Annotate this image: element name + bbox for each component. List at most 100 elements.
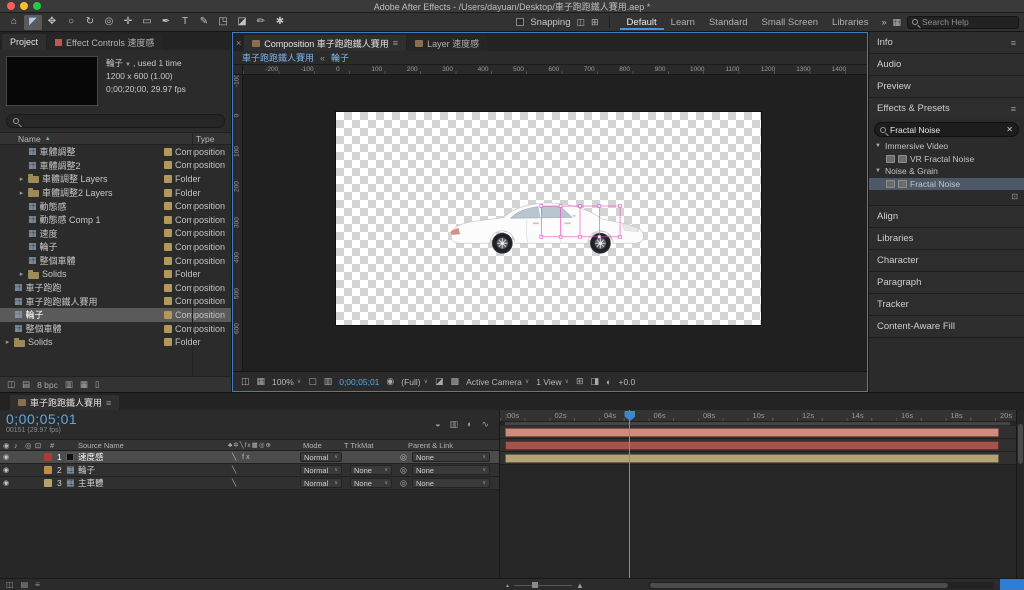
zoom-slider-track[interactable] [513, 582, 572, 588]
label-color-chip[interactable] [164, 256, 172, 265]
help-search-input[interactable] [922, 17, 1014, 27]
label-color-chip[interactable] [164, 229, 172, 238]
workspace-tab[interactable]: Learn [664, 15, 702, 30]
breadcrumb-current[interactable]: 輪子 [331, 51, 349, 64]
project-row[interactable]: ▸ 車體調整 Layers Folder [0, 172, 231, 186]
zoom-slider-handle[interactable] [531, 582, 538, 588]
layer-row[interactable]: ◉ 2 ▦ 輪子 ╲ Normal ∨ None ∨ ◎ None ∨ [0, 464, 499, 477]
project-row[interactable]: ▦ 車子跑跑鐵人賽用 Composition [0, 295, 231, 309]
column-source-name[interactable]: Source Name [78, 441, 124, 450]
effect-item[interactable]: Fractal Noise [869, 177, 1024, 190]
mode-select[interactable]: Normal ∨ [300, 465, 342, 475]
effect-category[interactable]: ▼ Noise & Grain [869, 165, 1024, 178]
expand-transfer-controls-icon[interactable]: ▤ [21, 580, 29, 589]
project-row[interactable]: ▦ 整個車體 Composition [0, 254, 231, 268]
zoom-window-button[interactable] [33, 2, 41, 10]
create-preset-icon[interactable]: ⊡ [1011, 192, 1018, 201]
layer-label-chip[interactable] [44, 466, 52, 474]
tab-timeline[interactable]: 車子跑跑鐵人賽用 ≡ [10, 395, 120, 410]
close-panel-icon[interactable]: × [236, 38, 241, 48]
label-color-chip[interactable] [164, 147, 172, 156]
project-row[interactable]: ▦ 輪子 Composition [0, 240, 231, 254]
visibility-eye-icon[interactable]: ◉ [3, 453, 9, 461]
unified-camera-tool[interactable]: ◎ [100, 15, 118, 30]
clone-stamp-tool[interactable]: ◳ [214, 15, 232, 30]
expander-icon[interactable]: ▸ [18, 189, 25, 197]
fast-previews-icon[interactable]: ◪ [435, 376, 444, 387]
label-color-chip[interactable] [164, 188, 172, 197]
project-search-input[interactable] [23, 116, 218, 126]
effects-search-input[interactable] [890, 124, 1003, 135]
shape-tool[interactable]: ▭ [138, 15, 156, 30]
zoom-out-mountain-icon[interactable]: ▲ [505, 583, 510, 589]
column-type[interactable]: Type [196, 134, 214, 144]
clear-search-icon[interactable]: ✕ [1006, 125, 1013, 134]
horizontal-ruler[interactable]: -200 -100 0 100 200 300 400 500 600 700 800 900 1000… [243, 65, 867, 75]
pixel-aspect-icon[interactable]: ⊞ [576, 376, 584, 387]
label-color-chip[interactable] [164, 161, 172, 170]
hand-tool[interactable]: ✥ [43, 15, 61, 30]
snapping-checkbox[interactable] [516, 18, 525, 26]
interpret-footage-icon[interactable]: ◫ [7, 379, 15, 390]
panel-menu-icon[interactable]: ≡ [106, 398, 111, 408]
expand-in-out-icon[interactable]: ≡ [35, 580, 40, 589]
panel-header-paragraph[interactable]: Paragraph [869, 272, 1024, 293]
footage-thumbnail[interactable] [6, 56, 98, 106]
timeline-vertical-scrollbar[interactable] [1016, 410, 1024, 578]
column-divider[interactable] [192, 133, 193, 144]
brush-tool[interactable]: ✎ [195, 15, 213, 30]
panel-header-preview[interactable]: Preview [869, 76, 1024, 97]
timeline-jump-icon[interactable]: ◨ [591, 376, 600, 387]
help-search[interactable] [907, 15, 1019, 29]
project-column-header[interactable]: Name ▲ Type [0, 132, 231, 145]
label-color-chip[interactable] [164, 242, 172, 251]
project-row[interactable]: ▦ 車子跑跑 Composition [0, 281, 231, 295]
frame-blend-icon[interactable]: ▥ [450, 419, 459, 430]
panel-menu-icon[interactable]: ≡ [1011, 38, 1016, 48]
tab-effect-controls[interactable]: Effect Controls 速度感 [47, 34, 163, 50]
puppet-pin-tool[interactable]: ✱ [271, 15, 289, 30]
panel-header-align[interactable]: Align [869, 206, 1024, 227]
panel-layout-icon[interactable]: ▦ [892, 17, 901, 28]
timeline-horizontal-scrollbar[interactable] [648, 581, 994, 589]
project-row[interactable]: ▦ 整個車體 Composition [0, 322, 231, 336]
label-color-chip[interactable] [164, 338, 172, 347]
layer-list-empty-area[interactable] [0, 490, 499, 578]
pen-tool[interactable]: ✒ [157, 15, 175, 30]
effects-search[interactable]: ✕ [874, 122, 1019, 137]
orbit-camera-tool[interactable]: ↻ [81, 15, 99, 30]
exposure-icon[interactable]: ◐ [606, 377, 611, 387]
project-row[interactable]: ▦ 輪子 Composition [0, 308, 231, 322]
parent-select[interactable]: None ∨ [412, 465, 490, 475]
visibility-eye-icon[interactable]: ◉ [3, 466, 9, 474]
pan-behind-tool[interactable]: ✛ [119, 15, 137, 30]
car-artwork[interactable] [441, 191, 656, 259]
label-color-chip[interactable] [164, 310, 172, 319]
panel-header-info[interactable]: Info ≡ [869, 32, 1024, 53]
layer-row[interactable]: ◉ 1 速度感 ╲ fx Normal ∨ ◎ None ∨ [0, 451, 499, 464]
new-folder-icon[interactable]: ▥ [65, 379, 73, 390]
zoom-tool[interactable]: ○ [62, 15, 80, 30]
pickwhip-icon[interactable]: ◎ [400, 479, 407, 488]
tab-layer[interactable]: Layer 速度感 [407, 35, 488, 51]
resolution-select[interactable]: (Full) ∨ [401, 377, 428, 387]
panel-header-libraries[interactable]: Libraries [869, 228, 1024, 249]
shy-icon[interactable]: ◒ [435, 419, 440, 430]
close-window-button[interactable] [7, 2, 15, 10]
project-row[interactable]: ▦ 車體調整2 Composition [0, 159, 231, 173]
always-preview-icon[interactable]: ◫ [241, 376, 250, 387]
viewer-current-time[interactable]: 0;00;05;01 [339, 377, 379, 387]
effect-category[interactable]: ▼ Immersive Video [869, 140, 1024, 153]
tab-composition[interactable]: Composition 車子跑跑鐵人賽用 ≡ [244, 35, 407, 51]
parent-select[interactable]: None ∨ [412, 478, 490, 488]
layer-duration-bar[interactable] [505, 453, 999, 463]
breadcrumb-parent[interactable]: 車子跑跑鐵人賽用 [242, 51, 314, 64]
expander-icon[interactable]: ▸ [4, 338, 11, 346]
layer-row[interactable]: ◉ 3 ▦ 主車體 ╲ Normal ∨ None ∨ ◎ None ∨ [0, 477, 499, 490]
vertical-ruler[interactable]: -100 0 100 200 300 400 500 600 [233, 74, 243, 371]
column-trkmat[interactable]: T TrkMat [344, 441, 373, 450]
label-color-chip[interactable] [164, 297, 172, 306]
layer-duration-bar[interactable] [505, 440, 999, 450]
camera-select[interactable]: Active Camera ∨ [466, 377, 529, 387]
layer-switches[interactable]: ╲ fx [232, 453, 252, 461]
